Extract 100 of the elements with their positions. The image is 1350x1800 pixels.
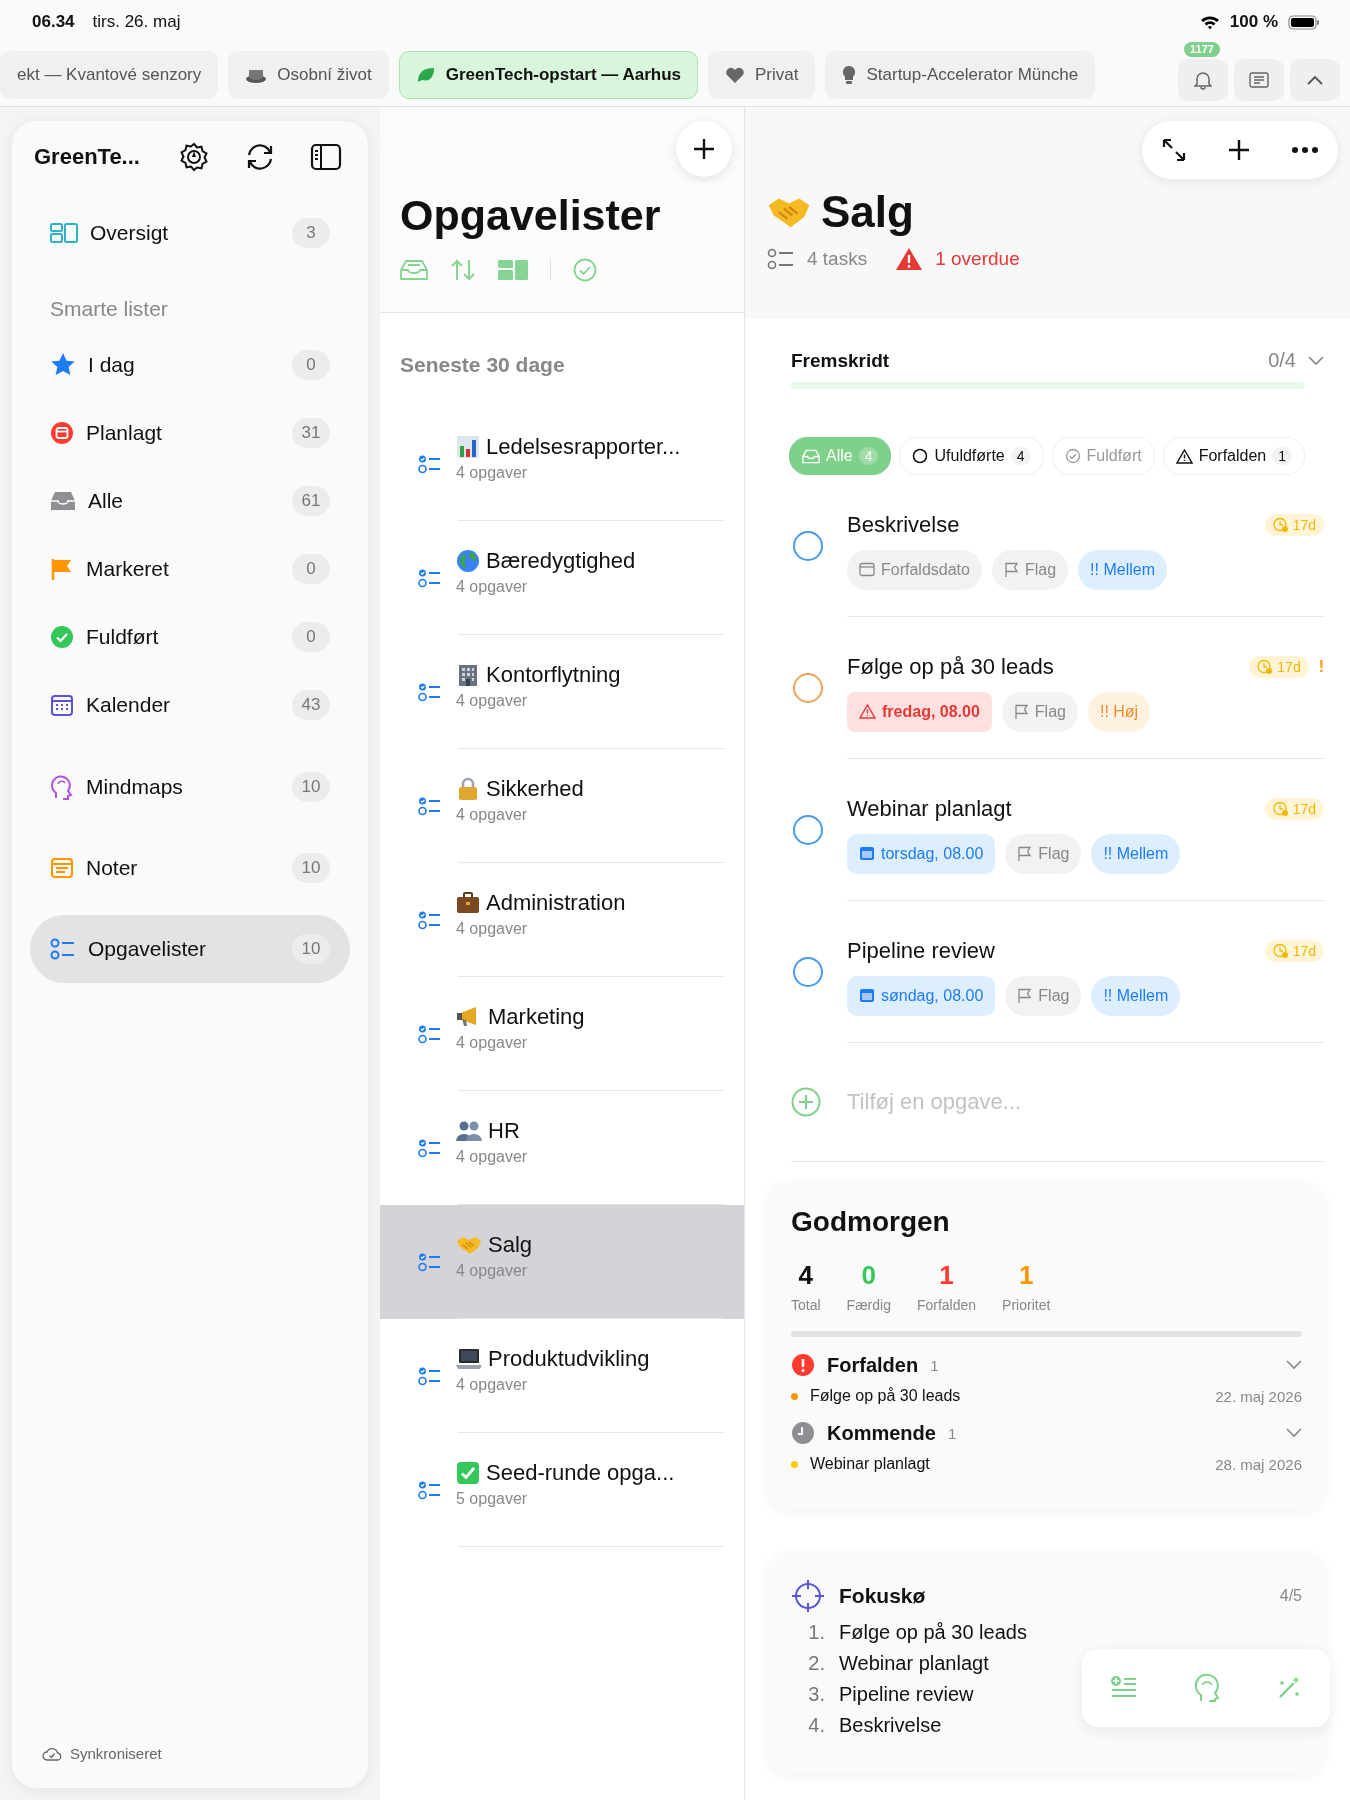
workspace-tab[interactable]: ekt — Kvantové senzory — [0, 51, 219, 99]
stat-label: Total — [791, 1297, 821, 1313]
focus-count: 4/5 — [1279, 1587, 1302, 1605]
section-title: Forfalden — [827, 1353, 919, 1377]
task-list-item[interactable]: Salg 4 opgaver — [380, 1205, 744, 1319]
sort-icon[interactable] — [450, 258, 476, 282]
item-count: 0 — [292, 622, 330, 652]
item-number: 2. — [807, 1652, 825, 1675]
age-badge: 17d — [1264, 513, 1324, 536]
priority-chip[interactable]: !! Mellem — [1091, 833, 1181, 874]
checklist-icon — [418, 453, 442, 475]
cloud-check-icon — [42, 1745, 62, 1762]
alert-icon — [791, 1353, 815, 1377]
sidebar-item[interactable]: Opgavelister 10 — [30, 915, 350, 983]
priority-chip[interactable]: !! Mellem — [1078, 549, 1167, 590]
item-count: 10 — [292, 772, 330, 802]
crosshair-icon — [791, 1579, 825, 1613]
board-icon[interactable] — [498, 260, 528, 280]
workspace-tab[interactable]: Osobní život — [228, 51, 389, 99]
task-list-item[interactable]: Kontorflytning 4 opgaver — [380, 635, 744, 749]
task-count: 5 opgaver — [456, 1490, 529, 1508]
item-count: 61 — [292, 486, 330, 516]
focus-item: Pipeline review — [839, 1683, 974, 1706]
flag-icon — [50, 557, 74, 581]
progress-reading: 0/4 — [1268, 349, 1296, 372]
section-header: Seneste 30 dage — [399, 352, 566, 378]
check-circle-icon[interactable] — [573, 258, 597, 282]
sidebar-item[interactable]: Kalender 43 — [30, 671, 350, 739]
task-list-item[interactable]: Administration 4 opgaver — [380, 863, 744, 977]
warning-icon — [859, 704, 876, 719]
task-count: 4 opgaver — [456, 806, 529, 824]
expand-icon[interactable] — [1161, 137, 1188, 163]
priority-chip[interactable]: !! Mellem — [1091, 975, 1181, 1016]
workspace-tab[interactable]: Startup-Accelerator Münche — [825, 51, 1096, 99]
add-list-button[interactable] — [676, 121, 732, 177]
due-date-chip[interactable]: torsdag, 08.00 — [847, 833, 996, 874]
warning-icon — [895, 247, 924, 271]
task-list-item[interactable]: Sikkerhed 4 opgaver — [380, 749, 744, 863]
lock-icon — [456, 777, 480, 801]
overview-icon — [50, 222, 78, 244]
sidebar-item[interactable]: Mindmaps 10 — [30, 753, 350, 821]
flag-icon — [1003, 561, 1019, 578]
chevron-down-icon[interactable] — [1308, 355, 1324, 366]
due-date: 22. maj 2026 — [1215, 1387, 1302, 1405]
task-list-item[interactable]: Marketing 4 opgaver — [380, 977, 744, 1091]
collapse-button[interactable] — [1290, 59, 1340, 101]
add-icon[interactable] — [1226, 137, 1252, 163]
more-icon[interactable] — [1290, 146, 1319, 154]
task-title: Beskrivelse — [847, 511, 960, 538]
task-list-item[interactable]: HR 4 opgaver — [380, 1091, 744, 1205]
task-total: 4 tasks — [807, 248, 868, 270]
check-circle-icon — [1064, 448, 1081, 464]
workspace-title: GreenTe... — [34, 144, 140, 170]
tray-icon[interactable] — [400, 259, 428, 281]
item-number: 4. — [807, 1714, 825, 1737]
flag-icon — [1017, 845, 1033, 862]
sidebar-item[interactable]: Fuldført 0 — [30, 603, 350, 671]
chevron-down-icon[interactable] — [1286, 1428, 1302, 1438]
leaf-icon — [415, 66, 436, 84]
notification-badge: 1177 — [1184, 42, 1220, 57]
item-count: 31 — [292, 418, 330, 448]
filter-chip[interactable]: Forfalden 1 — [1162, 437, 1306, 475]
task-list-item[interactable]: Bæredygtighed 4 opgaver — [380, 521, 744, 635]
card-title: Godmorgen — [791, 1206, 951, 1238]
stat-value: 4 — [798, 1260, 813, 1291]
workspace-tab[interactable]: GreenTech-opstart — Aarhus — [398, 51, 698, 99]
checklist-icon — [418, 1023, 442, 1045]
filter-chip[interactable]: Ufuldførte 4 — [899, 437, 1044, 475]
task-list-item[interactable]: Produktudvikling 4 opgaver — [380, 1319, 744, 1433]
clock-icon — [1257, 658, 1274, 675]
section-count: 1 — [930, 1356, 939, 1374]
sidebar-item[interactable]: I dag 0 — [30, 331, 350, 399]
add-task-field[interactable]: Tilføj en opgave... — [845, 1081, 1324, 1123]
due-date-chip[interactable]: søndag, 08.00 — [847, 975, 996, 1016]
sidebar-toggle-icon[interactable] — [309, 143, 342, 171]
task-checkbox[interactable] — [793, 957, 823, 987]
checklist-icon — [418, 681, 442, 703]
building-icon — [456, 663, 480, 687]
task-checkbox[interactable] — [793, 531, 823, 561]
task-checkbox[interactable] — [793, 673, 823, 703]
settings-icon[interactable] — [177, 141, 210, 173]
sidebar-item[interactable]: Noter 10 — [30, 834, 350, 902]
head-icon[interactable] — [1194, 1673, 1220, 1703]
sidebar-item[interactable]: Planlagt 31 — [30, 399, 350, 467]
battery-percent: 100 % — [1229, 12, 1278, 32]
task-list-item[interactable]: Seed-runde opga... 5 opgaver — [380, 1433, 744, 1547]
task-list-item[interactable]: Ledelsesrapporter... 4 opgaver — [380, 407, 744, 521]
add-circle-icon[interactable] — [791, 1087, 821, 1117]
sidebar-item[interactable]: Alle 61 — [30, 467, 350, 535]
notifications-button[interactable] — [1178, 59, 1228, 101]
clock-icon — [1272, 942, 1289, 959]
workspace-tab[interactable]: Privat — [708, 51, 816, 99]
task-checkbox[interactable] — [793, 815, 823, 845]
sidebar-item[interactable]: Oversigt 3 — [30, 199, 350, 267]
chevron-down-icon[interactable] — [1286, 1360, 1302, 1370]
task-title: Følge op på 30 leads — [847, 653, 1054, 680]
reader-button[interactable] — [1234, 59, 1284, 101]
stat-value: 0 — [861, 1260, 876, 1291]
checklist-icon — [50, 937, 76, 961]
sidebar-item[interactable]: Markeret 0 — [30, 535, 350, 603]
